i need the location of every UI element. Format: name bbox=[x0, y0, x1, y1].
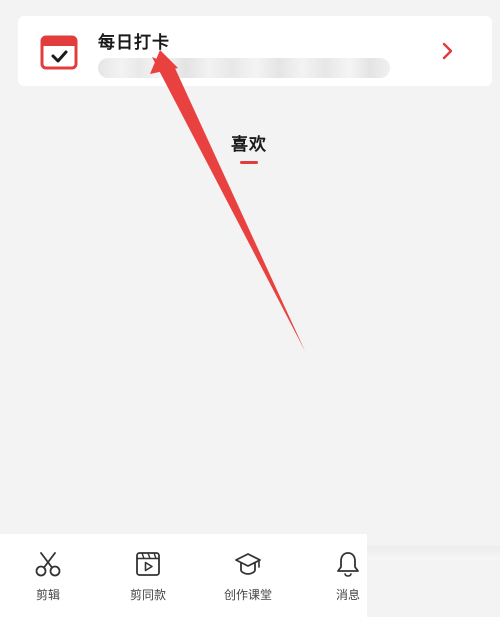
nav-label-template: 剪同款 bbox=[129, 588, 166, 602]
nav-label-classroom: 创作课堂 bbox=[223, 588, 272, 602]
nav-bar-edge bbox=[367, 546, 500, 560]
daily-checkin-card[interactable]: 每日打卡 bbox=[18, 16, 492, 86]
checkin-subtitle-blurred bbox=[98, 58, 390, 78]
nav-item-edit[interactable]: 剪辑 bbox=[8, 550, 88, 603]
bottom-nav: 剪辑 剪同款 创作课堂 消息 bbox=[0, 534, 367, 617]
graduation-cap-icon bbox=[235, 553, 261, 575]
tab-like[interactable]: 喜欢 bbox=[220, 130, 278, 164]
tab-active-indicator bbox=[240, 161, 258, 164]
nav-label-messages: 消息 bbox=[335, 588, 360, 602]
nav-item-classroom[interactable]: 创作课堂 bbox=[208, 550, 288, 603]
checkin-title: 每日打卡 bbox=[98, 33, 170, 53]
chevron-right-icon bbox=[442, 42, 453, 60]
video-template-icon bbox=[136, 552, 160, 576]
bell-icon bbox=[337, 552, 359, 577]
annotation-arrow bbox=[150, 50, 305, 351]
nav-item-template[interactable]: 剪同款 bbox=[108, 550, 188, 603]
scissors-icon bbox=[35, 552, 61, 577]
tab-like-label: 喜欢 bbox=[231, 135, 267, 155]
calendar-check-icon bbox=[40, 35, 78, 70]
nav-label-edit: 剪辑 bbox=[35, 588, 60, 602]
